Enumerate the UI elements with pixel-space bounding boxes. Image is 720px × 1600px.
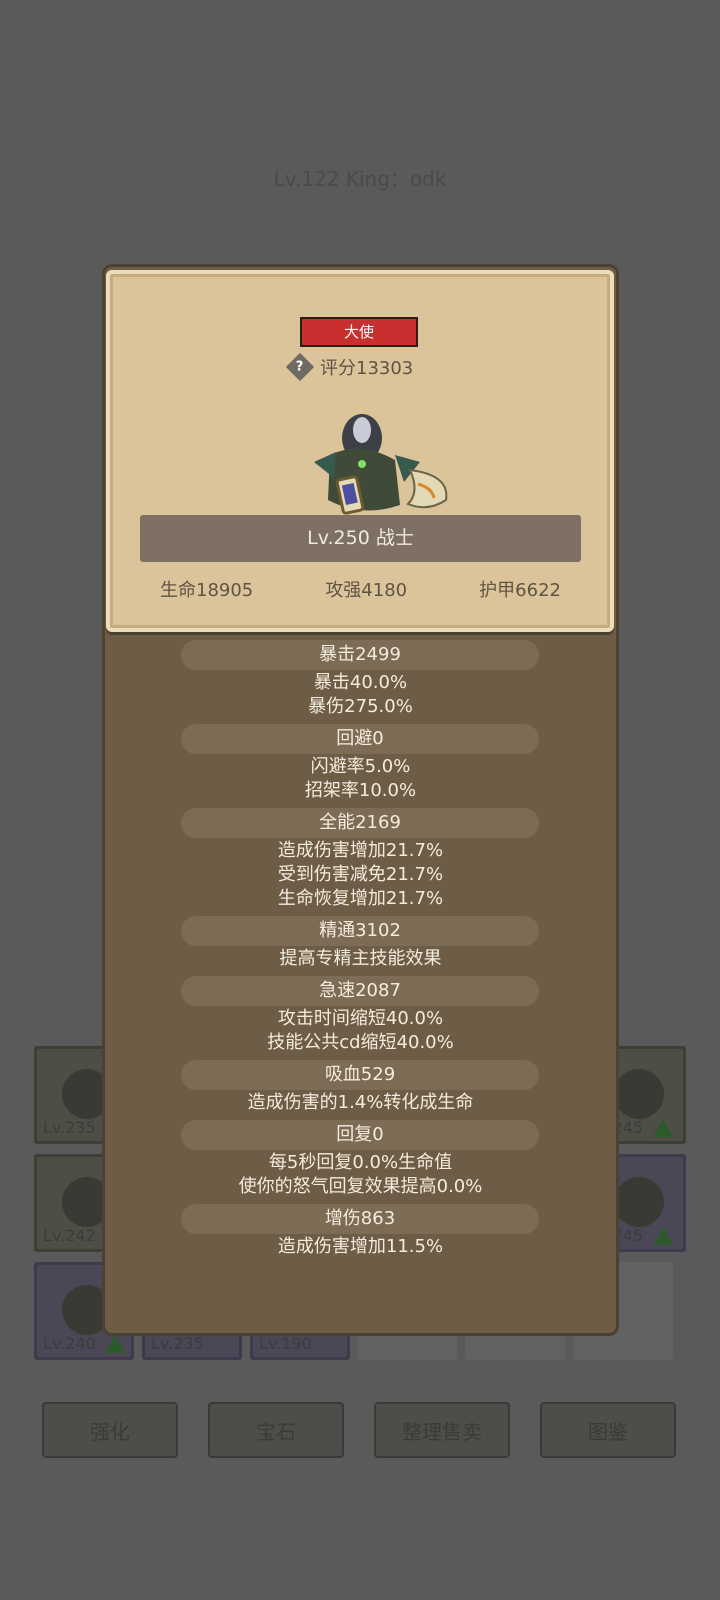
mastery-effect-line: 提高专精主技能效果 <box>279 948 442 969</box>
title-badge: 大使 <box>300 317 418 347</box>
hp-regen-line: 每5秒回复0.0%生命值 <box>268 1152 453 1173</box>
damage-increase-line: 造成伤害增加21.7% <box>277 840 444 861</box>
crit-damage-line: 暴伤275.0% <box>308 696 413 717</box>
base-stats: 生命18905 攻强4180 护甲6622 <box>140 576 581 606</box>
slot-level: Lv.235 <box>151 1334 204 1353</box>
help-icon[interactable]: ? <box>285 352 315 382</box>
slot-level: Lv.235 <box>43 1118 96 1137</box>
boots-icon <box>614 1177 664 1227</box>
dodge-section-title: 回避0 <box>181 724 539 754</box>
score-label: 评分13303 <box>320 358 414 379</box>
slot-level: Lv.242 <box>43 1226 96 1245</box>
slot-level: Lv.190 <box>259 1334 312 1353</box>
sort-sell-button[interactable]: 整理售卖 <box>374 1402 510 1458</box>
damage-bonus-line: 造成伤害增加11.5% <box>277 1236 444 1257</box>
regen-section-title: 回复0 <box>181 1120 539 1150</box>
gem-button[interactable]: 宝石 <box>208 1402 344 1458</box>
mastery-section-title: 精通3102 <box>181 916 539 946</box>
healing-increase-line: 生命恢复增加21.7% <box>277 888 444 909</box>
armor-icon <box>614 1069 664 1119</box>
warrior-portrait <box>314 414 448 515</box>
haste-section-title: 急速2087 <box>181 976 539 1006</box>
lifesteal-effect-line: 造成伤害的1.4%转化成生命 <box>247 1092 474 1113</box>
attack-stat: 攻强4180 <box>325 580 408 601</box>
damage-bonus-section-title: 增伤863 <box>181 1204 539 1234</box>
slot-level: Lv.240 <box>43 1334 96 1353</box>
hp-stat: 生命18905 <box>160 580 254 601</box>
upgrade-arrow-icon <box>653 1227 673 1245</box>
class-level-bar: Lv.250 战士 <box>140 515 581 562</box>
lifesteal-section-title: 吸血529 <box>181 1060 539 1090</box>
rage-regen-line: 使你的怒气回复效果提高0.0% <box>238 1176 483 1197</box>
enhance-button[interactable]: 强化 <box>42 1402 178 1458</box>
damage-reduction-line: 受到伤害减免21.7% <box>277 864 444 885</box>
attack-time-line: 攻击时间缩短40.0% <box>277 1008 444 1029</box>
score-row: ? 评分13303 <box>285 352 414 382</box>
crit-rate-line: 暴击40.0% <box>313 672 408 693</box>
global-cd-line: 技能公共cd缩短40.0% <box>267 1032 454 1053</box>
parry-rate-line: 招架率10.0% <box>304 780 417 801</box>
crit-section-title: 暴击2499 <box>181 640 539 670</box>
upgrade-arrow-icon <box>653 1119 673 1137</box>
evade-rate-line: 闪避率5.0% <box>310 756 411 777</box>
codex-button[interactable]: 图鉴 <box>540 1402 676 1458</box>
armor-stat: 护甲6622 <box>479 580 561 601</box>
player-title: Lv.122 King：odk <box>273 167 447 191</box>
upgrade-arrow-icon <box>105 1335 125 1353</box>
versatility-section-title: 全能2169 <box>181 808 539 838</box>
